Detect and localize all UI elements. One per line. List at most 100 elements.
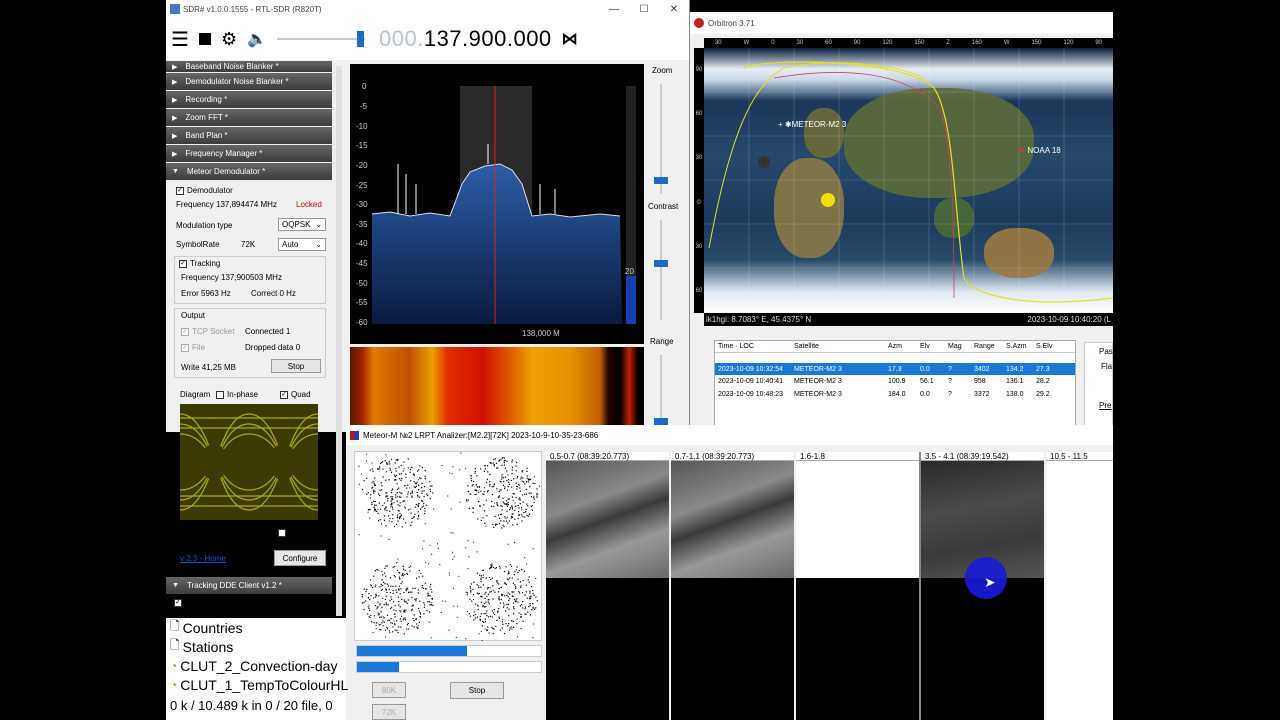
sdr-toolbar: ☰ ⚙ 🔈 000.137.900.000 ⋈ <box>166 18 689 60</box>
list-item[interactable]: ◔ CLUT_1_TempToColourHL <box>166 675 348 694</box>
tab-passes[interactable]: Pas <box>1085 343 1113 356</box>
eye-radio[interactable]: ◉ Eye <box>232 528 255 537</box>
table-row[interactable]: 2023-10-09 10:32:54 METEOR-M2 3 17.3 0.0? 34… <box>715 363 1075 375</box>
list-item[interactable]: ◔ CLUT_2_Convection-day <box>166 656 346 675</box>
panel-baseband-noise-blanker[interactable]: ▶ Baseband Noise Blanker * <box>166 61 332 72</box>
world-map[interactable]: + ✱METEOR-M2 3 ★ NOAA 18 <box>704 48 1113 313</box>
db-tick: -10 <box>356 122 368 131</box>
scheduler-checkbox[interactable]: ✓ Scheduler <box>174 598 221 607</box>
channel-label: 0.5-0.7 (08:39:20.773) <box>546 452 669 461</box>
lrpt-title: Meteor-M №2 LRPT Analizer:[M2.2][72K] 20… <box>363 430 599 440</box>
db-tick: -40 <box>356 239 368 248</box>
menu-icon[interactable]: ☰ <box>171 27 189 52</box>
channel-image <box>546 461 669 578</box>
mod-type-select[interactable]: OQPSK ⌄ <box>278 218 326 231</box>
inphase-checkbox[interactable]: In-phase <box>216 390 258 399</box>
gear-icon[interactable]: ⚙ <box>221 29 237 50</box>
constell-radio[interactable]: ○ Constell <box>180 528 216 537</box>
meteor-sat-marker[interactable]: + ✱METEOR-M2 3 <box>778 120 846 129</box>
channel-5: 10.5 - 11.5 <box>1046 452 1113 720</box>
diagram-label: Diagram <box>180 390 211 399</box>
panel-meteor-demodulator[interactable]: ▼ Meteor Demodulator * <box>166 163 332 180</box>
zoom-label: Zoom <box>652 66 673 75</box>
72k-button[interactable]: 72K <box>372 704 406 720</box>
channel-label: 3.5 - 4.1 (08:39:19.542) <box>921 452 1044 461</box>
signal-progress-fill <box>357 646 468 656</box>
orbitron-titlebar: Orbitron 3.71 <box>690 12 1113 34</box>
stop-icon[interactable] <box>198 33 211 45</box>
spectrum-view[interactable]: 0 -5 -10 -15 -20 -25 -30 -35 -40 -45 -50… <box>350 64 644 344</box>
contrast-slider-thumb[interactable] <box>654 260 668 267</box>
table-row[interactable]: 2023-10-09 10:48:23 METEOR-M2 3 184.0 0.0? 3… <box>715 388 1075 401</box>
range-slider-thumb[interactable] <box>654 418 668 425</box>
tab-flares[interactable]: Fla <box>1085 356 1112 371</box>
packet-progress-fill <box>357 662 400 672</box>
lrpt-titlebar: Meteor-M №2 LRPT Analizer:[M2.2][72K] 20… <box>346 425 1113 445</box>
orbitron-title: Orbitron 3.71 <box>708 18 755 28</box>
range-slider[interactable] <box>660 355 662 425</box>
side-tabs: Pas Fla Pre <box>1084 342 1113 426</box>
channel-2: 0.7-1.1 (08:39:20.773) <box>671 452 794 720</box>
demod-frequency: Frequency 137,894474 MHz <box>176 200 277 209</box>
file-status-bar: 0 k / 10.489 k in 0 / 20 file, 0 <box>170 698 333 713</box>
swap-icon[interactable]: ⋈ <box>562 29 578 49</box>
orbitron-window: Orbitron 3.71 30 W 0 30 60 90 120 150 Z 160 W 150 12… <box>690 12 1113 432</box>
dropped-data: Dropped data 0 <box>245 343 301 352</box>
output-group: Output ✓ TCP Socket Connected 1 ✓ File Dro… <box>174 308 326 378</box>
panel-demod-noise-blanker[interactable]: ▶ Demodulator Noise Blanker * <box>166 73 332 90</box>
panel-scrollbar[interactable] <box>336 66 342 616</box>
speaker-icon[interactable]: 🔈 <box>247 29 267 49</box>
configure-button[interactable]: Configure <box>274 550 326 566</box>
maximize-button[interactable]: ☐ <box>629 0 659 18</box>
observer-coords: ik1hgi: 8.7083° E, 45.4375° N <box>706 315 812 324</box>
minimize-button[interactable]: — <box>599 0 629 18</box>
volume-slider[interactable] <box>277 31 369 47</box>
connected-status: Connected 1 <box>245 327 291 336</box>
panel-frequency-manager[interactable]: ▶ Frequency Manager * <box>166 145 332 162</box>
db-tick: 0 <box>362 82 367 91</box>
close-button[interactable]: ✕ <box>659 0 689 18</box>
latitude-ruler: 90 60 30 0 30 60 <box>694 48 704 313</box>
tracking-group: ✓ Tracking Frequency 137,900503 MHz Error… <box>174 256 326 304</box>
contrast-label: Contrast <box>648 202 679 211</box>
pass-table: Time · LOC Satellite Azm Elv Mag Range S.Azm S.… <box>714 340 1076 426</box>
map-statusbar: ik1hgi: 8.7083° E, 45.4375° N 2023-10-09… <box>704 313 1113 326</box>
panel-tracking-dde[interactable]: ▼ Tracking DDE Client v1.2 * <box>166 577 332 594</box>
db-tick: -25 <box>356 181 368 190</box>
sdr-window: SDR# v1.0.0.1555 - RTL-SDR (R820T) — ☐ ✕… <box>166 0 690 616</box>
table-row[interactable]: 2023-10-09 10:40:41 METEOR-M2 3 100.9 56.1?… <box>715 375 1075 388</box>
tab-predict[interactable]: Pre <box>1085 371 1112 410</box>
symbolrate-label: SymbolRate <box>176 240 220 249</box>
list-item[interactable]: 🗋 Stations <box>166 637 346 656</box>
list-item[interactable]: 🗋 Countries <box>166 618 346 637</box>
panel-zoom-fft[interactable]: ▶ Zoom FFT * <box>166 109 332 126</box>
channel-image <box>671 461 794 578</box>
quad-checkbox[interactable]: ✓ Quad <box>280 390 311 399</box>
db-tick: -30 <box>356 200 368 209</box>
output-stop-button[interactable]: Stop <box>271 359 321 373</box>
waterfall-view[interactable] <box>350 347 644 427</box>
contrast-slider[interactable] <box>660 220 662 320</box>
noaa-sat-marker[interactable]: ★ NOAA 18 <box>1018 146 1061 155</box>
panel-recording[interactable]: ▶ Recording * <box>166 91 332 108</box>
lrpt-stop-button[interactable]: Stop <box>450 682 504 699</box>
symbolrate-select[interactable]: Auto ⌄ <box>278 238 326 251</box>
db-tick: -60 <box>356 318 368 327</box>
symbolrate-value: 72K <box>241 240 256 249</box>
lrpt-icon <box>350 430 359 440</box>
freq-tick: 138,000 M <box>522 329 560 338</box>
zoom-slider-thumb[interactable] <box>654 177 668 184</box>
demodulator-checkbox[interactable]: ✓ Demodulator <box>176 186 233 195</box>
tcp-socket-checkbox[interactable]: ✓ TCP Socket <box>181 327 235 336</box>
frequency-display[interactable]: 000.137.900.000 <box>379 26 552 52</box>
file-checkbox[interactable]: ✓ File <box>181 343 205 352</box>
tracking-checkbox[interactable]: ✓ Tracking <box>179 259 220 268</box>
file-list: 🗋 Countries 🗋 Stations ◔ CLUT_2_Convection-… <box>166 618 348 720</box>
db-tick: -15 <box>356 141 368 150</box>
pause-checkbox[interactable]: Pause <box>278 528 312 537</box>
panel-band-plan[interactable]: ▶ Band Plan * <box>166 127 332 144</box>
80k-button[interactable]: 80K <box>372 682 406 698</box>
db-tick: -55 <box>356 298 368 307</box>
channel-label: 0.7-1.1 (08:39:20.773) <box>671 452 794 461</box>
version-home-link[interactable]: v 2.3 - Home <box>180 554 226 563</box>
